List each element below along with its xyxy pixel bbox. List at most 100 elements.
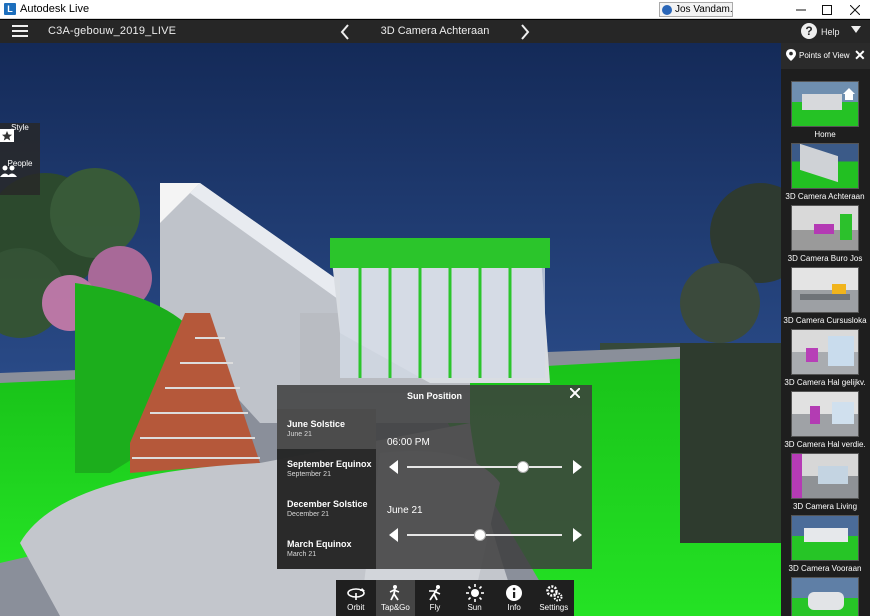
project-title: C3A-gebouw_2019_LIVE: [48, 25, 177, 37]
preset-march-equinox[interactable]: March Equinox March 21: [277, 529, 376, 569]
pov-item-hal-gelijkvloers[interactable]: 3D Camera Hal gelijkv.: [784, 329, 866, 387]
app-header: C3A-gebouw_2019_LIVE 3D Camera Achteraan…: [0, 20, 870, 43]
time-slider-track[interactable]: [407, 466, 562, 468]
preset-december-solstice[interactable]: December Solstice December 21: [277, 489, 376, 529]
sun-label: Sun: [467, 603, 482, 612]
pov-item-home[interactable]: Home: [791, 81, 859, 139]
preset-date: December 21: [287, 511, 330, 518]
preset-name: December Solstice: [287, 499, 368, 509]
pov-thumbnail: [791, 329, 859, 375]
sun-position-dialog: Sun Position June Solstice June 21 Septe…: [277, 385, 592, 569]
pov-thumbnail: [791, 391, 859, 437]
pov-label: 3D Camera Hal verdie.: [784, 440, 866, 449]
close-icon: [850, 4, 860, 15]
pov-label: 3D Camera Hal gelijkv.: [784, 378, 866, 387]
sun-icon: [465, 584, 484, 602]
style-tool-button[interactable]: Style: [0, 123, 40, 159]
pov-thumbnail: [791, 515, 859, 561]
maximize-button[interactable]: [812, 0, 842, 19]
pov-label: 3D Camera Achteraan: [785, 192, 865, 201]
close-icon: [570, 388, 580, 398]
pov-thumbnail: [791, 577, 859, 616]
current-view-title: 3D Camera Achteraan: [380, 25, 490, 37]
info-icon: [506, 585, 523, 601]
user-account-dropdown[interactable]: Jos Vandam... ▼: [659, 2, 733, 17]
preset-date: March 21: [287, 551, 317, 558]
maximize-icon: [822, 4, 832, 15]
info-label: Info: [507, 603, 521, 612]
autodesk-live-app: L Autodesk Live Jos Vandam... ▼ C3A-gebo…: [0, 0, 870, 616]
fly-icon: [428, 585, 441, 601]
window-title: Autodesk Live: [20, 3, 90, 15]
navigation-toolbar: Orbit Tap&Go Fly Sun Info Settings: [336, 580, 574, 616]
pov-item-hal-verdieping[interactable]: 3D Camera Hal verdie.: [784, 391, 866, 449]
time-decrease-arrow-icon[interactable]: [389, 460, 398, 474]
pov-thumbnail: [791, 81, 859, 127]
chevron-left-icon: [340, 23, 349, 40]
sun-dialog-close-button[interactable]: [570, 388, 586, 404]
header-dropdown-arrow-icon[interactable]: [851, 26, 861, 33]
date-increase-arrow-icon[interactable]: [573, 528, 582, 542]
points-of-view-title: Points of View: [799, 51, 850, 60]
close-points-of-view-button[interactable]: ✕: [854, 47, 866, 64]
pov-thumbnail: [791, 453, 859, 499]
preset-june-solstice[interactable]: June Solstice June 21: [277, 409, 376, 449]
pov-label: 3D Camera Buro Jos: [787, 254, 863, 263]
people-tool-button[interactable]: People: [0, 159, 40, 195]
pov-item-partial[interactable]: [791, 577, 859, 616]
date-slider-thumb[interactable]: [473, 529, 486, 541]
time-increase-arrow-icon[interactable]: [573, 460, 582, 474]
pov-label: 3D Camera Vooraan: [788, 564, 862, 573]
preset-name: March Equinox: [287, 539, 352, 549]
preset-name: September Equinox: [287, 459, 372, 469]
orbit-button[interactable]: Orbit: [336, 580, 376, 616]
pov-item-living[interactable]: 3D Camera Living: [791, 453, 859, 511]
orbit-icon: [346, 588, 365, 600]
pov-label: 3D Camera Living: [792, 502, 858, 511]
autodesk-live-logo-icon: L: [4, 3, 16, 15]
info-button[interactable]: Info: [494, 580, 534, 616]
pov-thumbnail: [791, 143, 859, 189]
pov-item-achteraan[interactable]: 3D Camera Achteraan: [785, 143, 865, 201]
help-label[interactable]: Help: [821, 27, 840, 37]
settings-label: Settings: [539, 603, 569, 612]
date-decrease-arrow-icon[interactable]: [389, 528, 398, 542]
hamburger-menu-icon[interactable]: [12, 25, 28, 37]
fly-button[interactable]: Fly: [415, 580, 455, 616]
sun-button[interactable]: Sun: [455, 580, 495, 616]
tap-and-go-button[interactable]: Tap&Go: [375, 580, 416, 616]
3d-viewport[interactable]: Style People Sun Position June Solstice …: [0, 43, 781, 616]
people-icon: [0, 165, 17, 177]
location-pin-icon: [786, 49, 796, 61]
pov-item-cursuslokaal[interactable]: 3D Camera Cursusloka: [783, 267, 867, 325]
minimize-icon: [796, 9, 806, 10]
points-of-view-header: Points of View ✕: [781, 43, 870, 69]
pov-thumbnail: [791, 205, 859, 251]
pov-item-buro-jos[interactable]: 3D Camera Buro Jos: [788, 205, 862, 263]
points-of-view-panel: Points of View ✕ Home 3D Camera Achteraa…: [781, 43, 870, 616]
time-label: 06:00 PM: [387, 437, 430, 448]
fly-label: Fly: [429, 603, 441, 612]
left-tool-panel: Style People: [0, 123, 40, 195]
pov-item-vooraan[interactable]: 3D Camera Vooraan: [789, 515, 861, 573]
home-icon: [843, 88, 855, 100]
preset-date: June 21: [287, 431, 312, 438]
star-tile-icon: [0, 129, 14, 142]
help-icon[interactable]: ?: [801, 23, 817, 39]
next-view-button[interactable]: [516, 21, 534, 42]
preset-september-equinox[interactable]: September Equinox September 21: [277, 449, 376, 489]
close-window-button[interactable]: [840, 0, 870, 19]
date-label: June 21: [387, 505, 423, 516]
chevron-right-icon: [521, 23, 530, 40]
previous-view-button[interactable]: [336, 21, 354, 42]
orbit-label: Orbit: [347, 603, 365, 612]
settings-button[interactable]: Settings: [534, 580, 574, 616]
preset-name: June Solstice: [287, 419, 346, 429]
gears-icon: [546, 585, 563, 602]
tap-and-go-label: Tap&Go: [380, 603, 410, 612]
time-slider-thumb[interactable]: [517, 461, 530, 473]
user-icon: [662, 4, 672, 15]
pov-label: 3D Camera Cursusloka: [783, 316, 867, 325]
user-name: Jos Vandam...: [675, 4, 733, 15]
sun-position-title: Sun Position: [407, 391, 462, 401]
